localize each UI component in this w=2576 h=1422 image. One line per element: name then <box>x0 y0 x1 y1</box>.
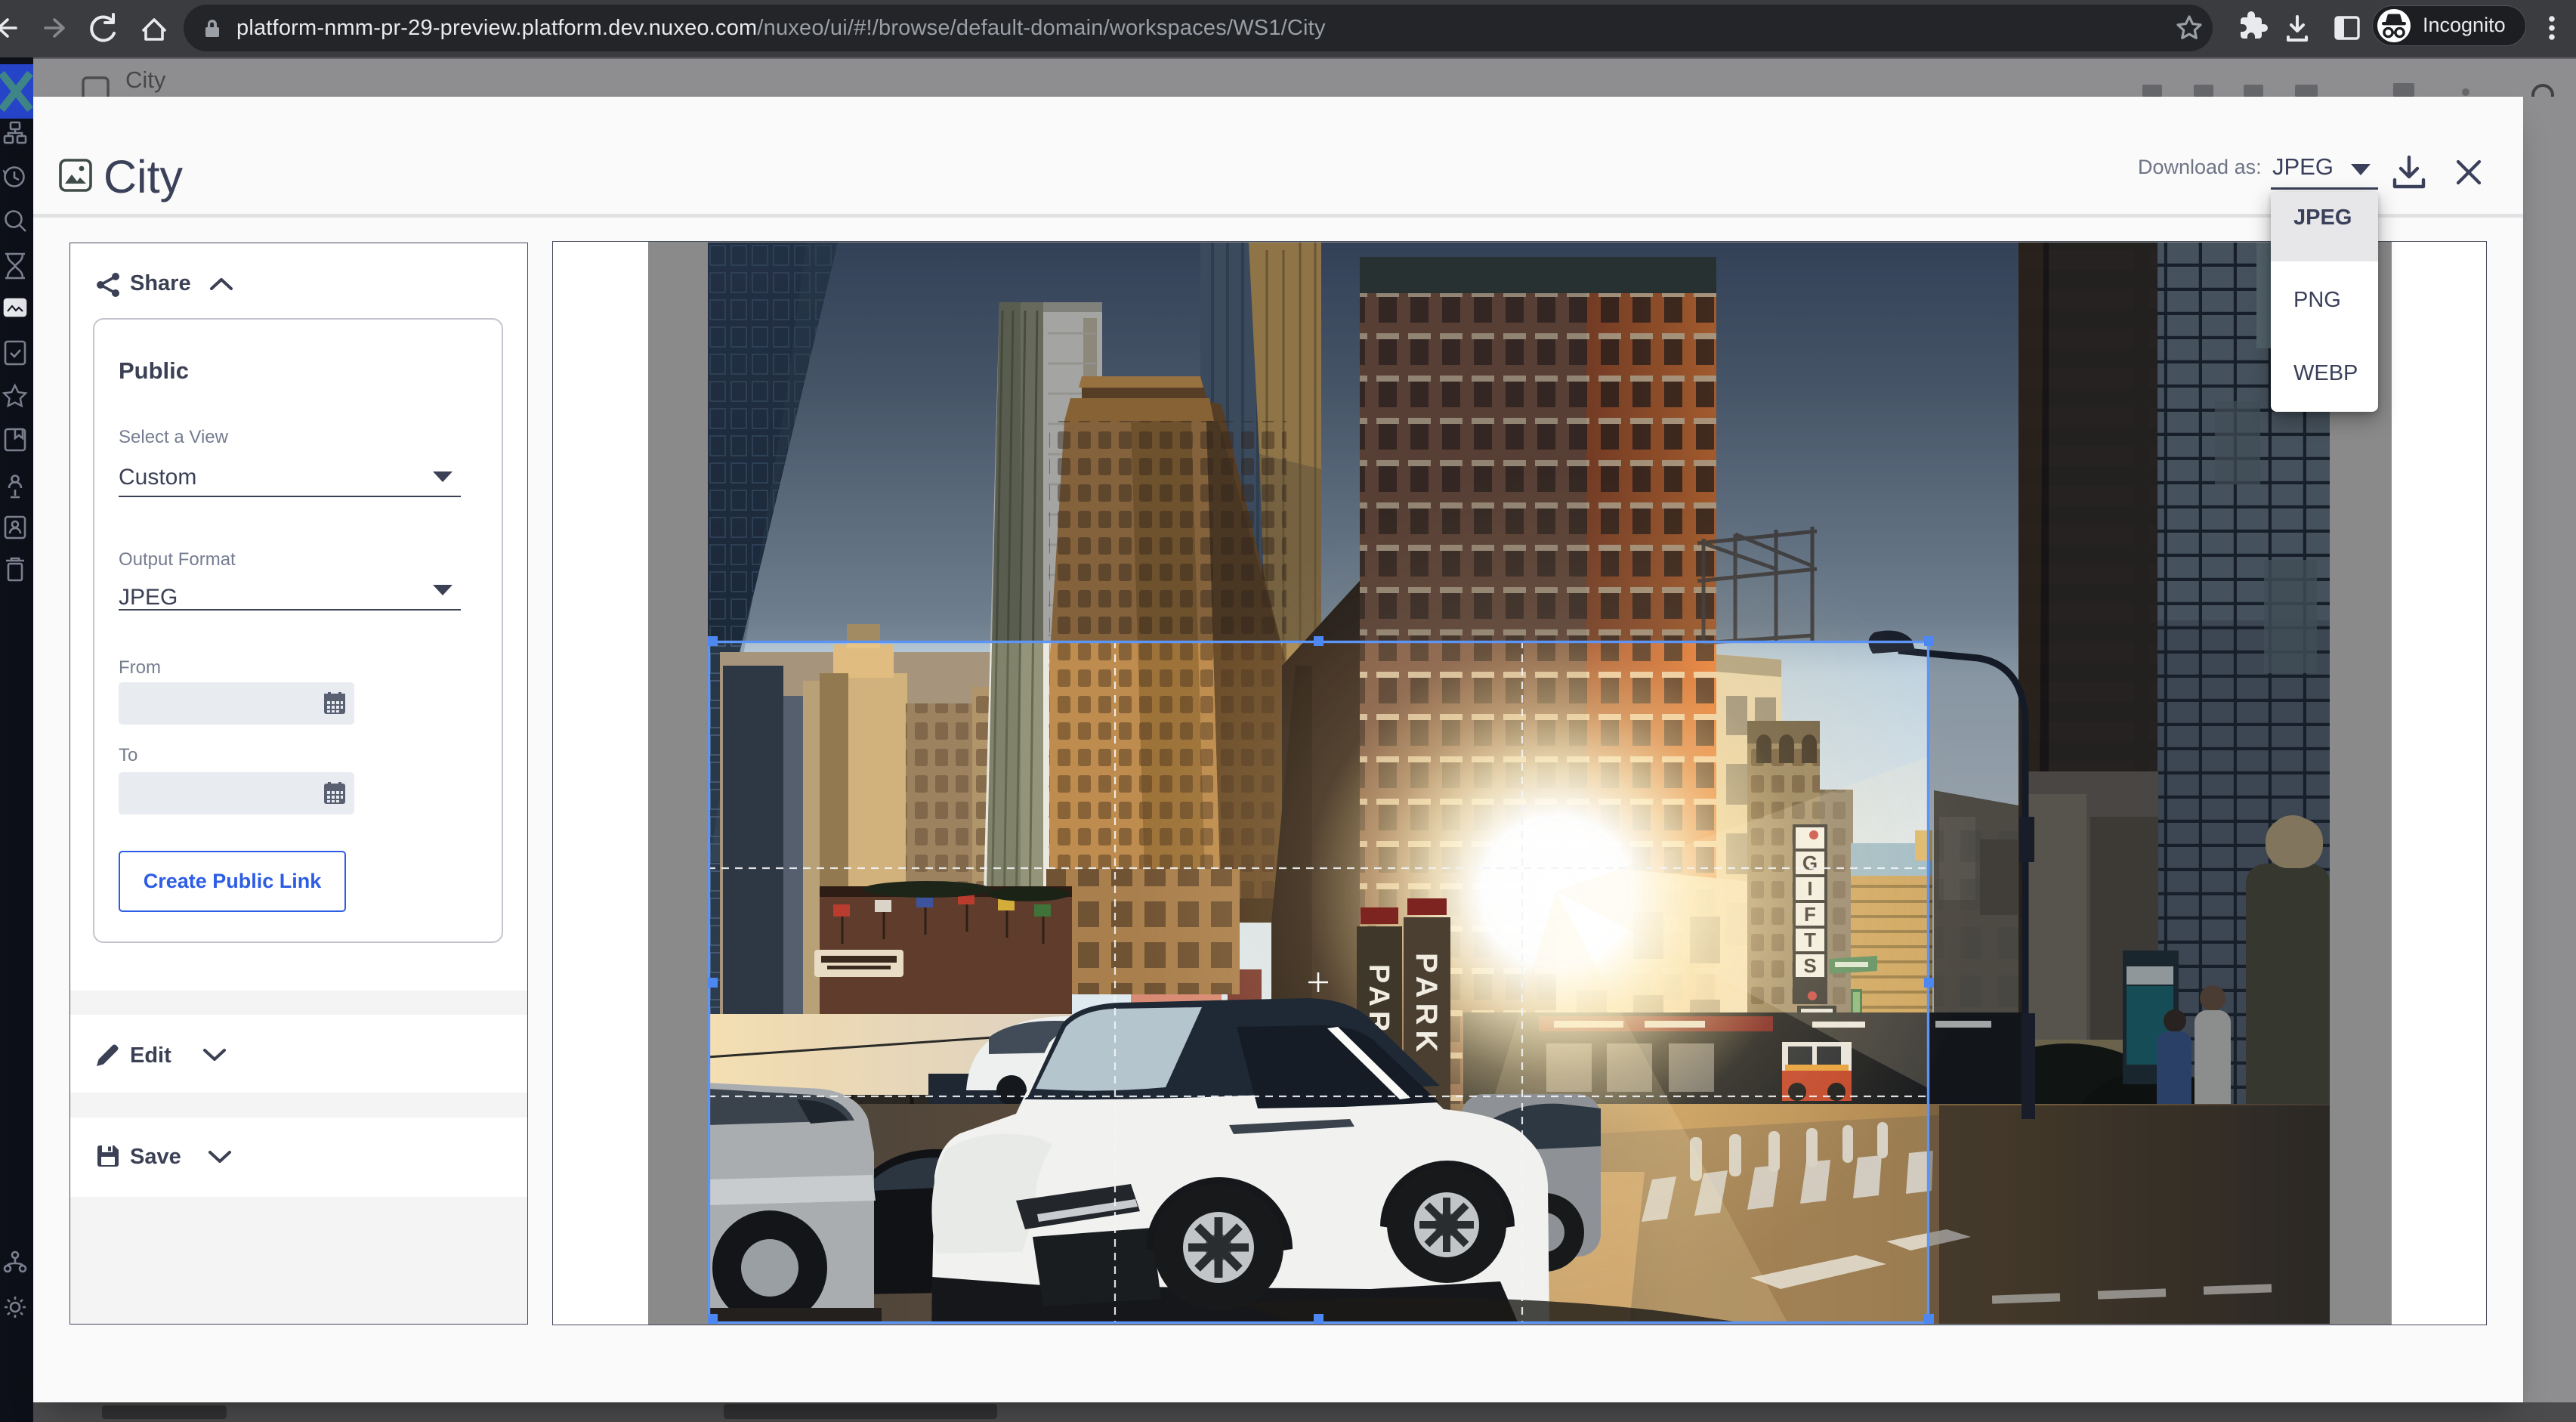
svg-text:PARK: PARK <box>1410 953 1443 1057</box>
